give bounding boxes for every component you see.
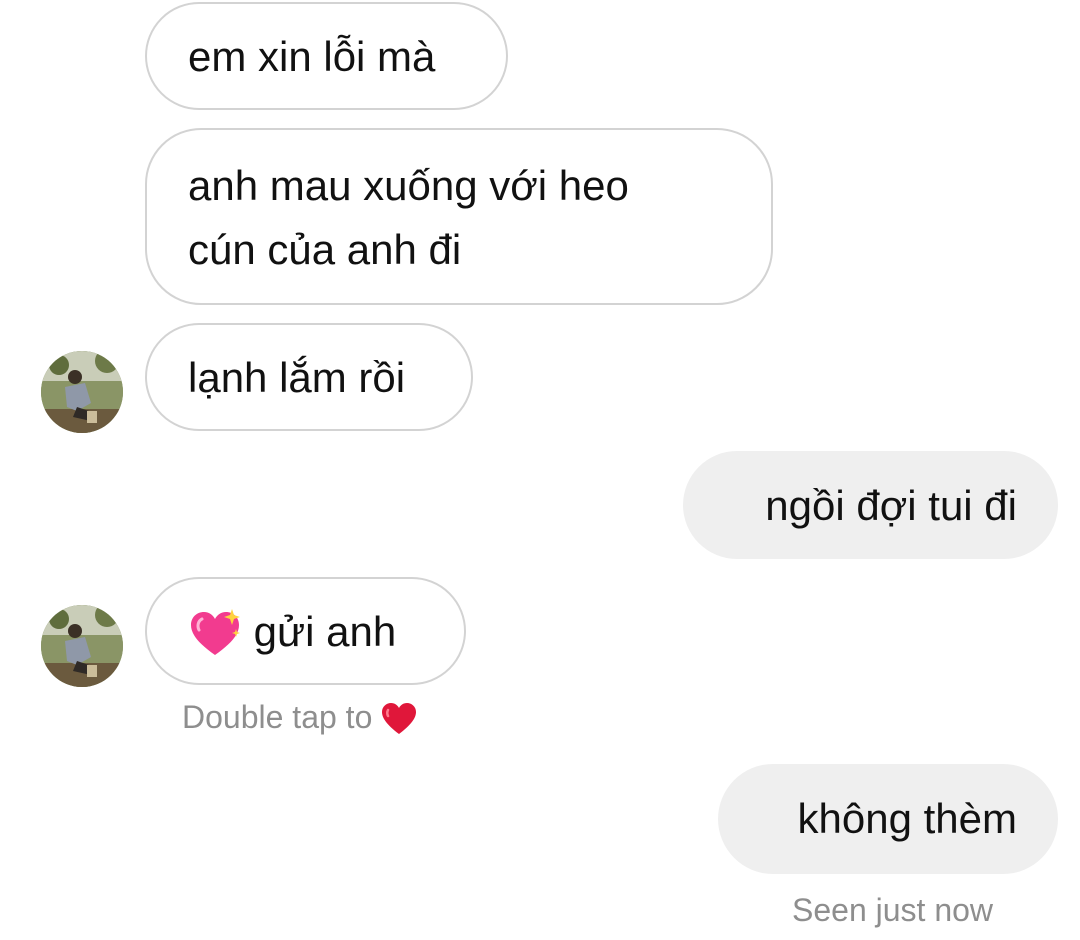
message-text-line: anh mau xuống với heo [188, 162, 629, 209]
avatar-photo-icon [41, 351, 123, 433]
message-content: gửi anh [188, 600, 464, 667]
double-tap-hint: Double tap to [182, 699, 417, 738]
message-bubble-outgoing[interactable]: ngồi đợi tui đi [683, 451, 1058, 559]
message-text: lạnh lắm rồi [188, 354, 406, 401]
message-bubble-outgoing[interactable]: không thèm [718, 764, 1058, 874]
message-text: ngồi đợi tui đi [765, 482, 1017, 529]
message-bubble-incoming[interactable]: lạnh lắm rồi [145, 323, 473, 431]
message-text: không thèm [797, 795, 1017, 842]
message-text-line: cún của anh đi [188, 226, 462, 273]
message-text: gửi anh [253, 608, 397, 655]
sender-avatar[interactable] [41, 351, 123, 433]
double-tap-text: Double tap to [182, 699, 373, 735]
red-heart-icon [381, 701, 417, 738]
message-bubble-incoming[interactable]: em xin lỗi mà [145, 2, 508, 110]
message-bubble-incoming[interactable]: anh mau xuống với heo cún của anh đi [145, 128, 773, 305]
seen-status: Seen just now [792, 892, 994, 928]
sender-avatar[interactable] [41, 605, 123, 687]
avatar-photo-icon [41, 605, 123, 687]
message-text: em xin lỗi mà [188, 33, 436, 80]
sparkling-heart-icon [188, 603, 242, 667]
message-bubble-incoming[interactable]: gửi anh [145, 577, 466, 685]
